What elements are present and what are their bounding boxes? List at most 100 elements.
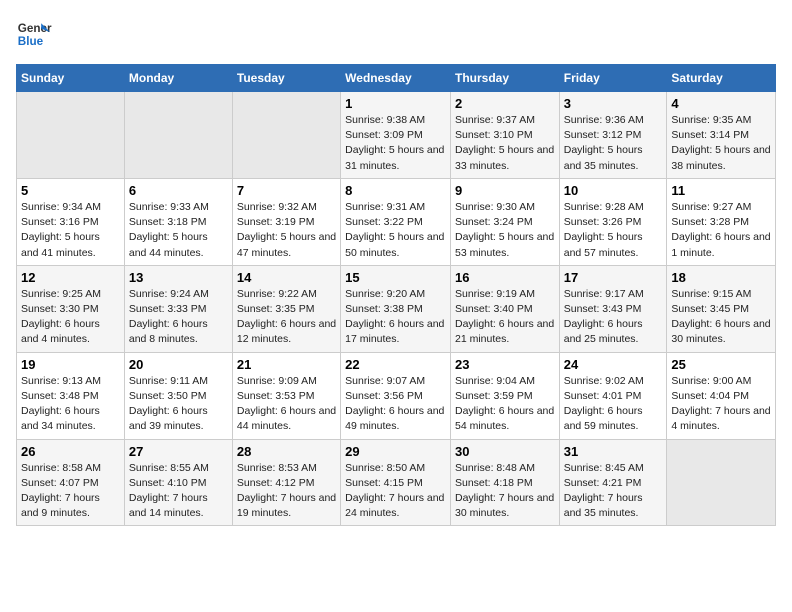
- weekday-header-saturday: Saturday: [667, 65, 776, 92]
- day-info: Sunrise: 9:35 AM Sunset: 3:14 PM Dayligh…: [671, 113, 771, 174]
- svg-text:Blue: Blue: [18, 35, 44, 48]
- calendar-cell: [17, 92, 125, 179]
- day-number: 3: [564, 96, 663, 111]
- day-number: 15: [345, 270, 446, 285]
- calendar-cell: 15 Sunrise: 9:20 AM Sunset: 3:38 PM Dayli…: [341, 265, 451, 352]
- day-info: Sunrise: 8:55 AM Sunset: 4:10 PM Dayligh…: [129, 461, 228, 522]
- day-info: Sunrise: 9:19 AM Sunset: 3:40 PM Dayligh…: [455, 287, 555, 348]
- day-number: 8: [345, 183, 446, 198]
- calendar-cell: 7 Sunrise: 9:32 AM Sunset: 3:19 PM Daylig…: [232, 178, 340, 265]
- calendar-cell: 28 Sunrise: 8:53 AM Sunset: 4:12 PM Dayli…: [232, 439, 340, 526]
- day-info: Sunrise: 8:50 AM Sunset: 4:15 PM Dayligh…: [345, 461, 446, 522]
- calendar-cell: 25 Sunrise: 9:00 AM Sunset: 4:04 PM Dayli…: [667, 352, 776, 439]
- day-info: Sunrise: 9:32 AM Sunset: 3:19 PM Dayligh…: [237, 200, 336, 261]
- day-number: 31: [564, 444, 663, 459]
- calendar-cell: 9Sunrise: 9:30 AM Sunset: 3:24 PM Daylig…: [450, 178, 559, 265]
- week-row-4: 19Sunrise: 9:13 AM Sunset: 3:48 PM Dayli…: [17, 352, 776, 439]
- day-number: 17: [564, 270, 663, 285]
- day-number: 12: [21, 270, 120, 285]
- day-info: Sunrise: 9:09 AM Sunset: 3:53 PM Dayligh…: [237, 374, 336, 435]
- day-number: 22: [345, 357, 446, 372]
- week-row-2: 5 Sunrise: 9:34 AM Sunset: 3:16 PM Daylig…: [17, 178, 776, 265]
- calendar-cell: [124, 92, 232, 179]
- day-info: Sunrise: 9:36 AM Sunset: 3:12 PM Dayligh…: [564, 113, 663, 174]
- day-number: 28: [237, 444, 336, 459]
- calendar-cell: [232, 92, 340, 179]
- calendar-cell: 12 Sunrise: 9:25 AM Sunset: 3:30 PM Dayli…: [17, 265, 125, 352]
- calendar-cell: 3 Sunrise: 9:36 AM Sunset: 3:12 PM Daylig…: [559, 92, 667, 179]
- day-number: 25: [671, 357, 771, 372]
- calendar-cell: 13 Sunrise: 9:24 AM Sunset: 3:33 PM Dayli…: [124, 265, 232, 352]
- weekday-header-friday: Friday: [559, 65, 667, 92]
- day-number: 29: [345, 444, 446, 459]
- weekday-header-wednesday: Wednesday: [341, 65, 451, 92]
- weekday-header-tuesday: Tuesday: [232, 65, 340, 92]
- calendar-cell: 30Sunrise: 8:48 AM Sunset: 4:18 PM Dayli…: [450, 439, 559, 526]
- day-info: Sunrise: 9:22 AM Sunset: 3:35 PM Dayligh…: [237, 287, 336, 348]
- day-info: Sunrise: 9:25 AM Sunset: 3:30 PM Dayligh…: [21, 287, 120, 348]
- day-info: Sunrise: 9:38 AM Sunset: 3:09 PM Dayligh…: [345, 113, 446, 174]
- day-number: 19: [21, 357, 120, 372]
- day-info: Sunrise: 9:24 AM Sunset: 3:33 PM Dayligh…: [129, 287, 228, 348]
- day-info: Sunrise: 8:58 AM Sunset: 4:07 PM Dayligh…: [21, 461, 120, 522]
- calendar-table: SundayMondayTuesdayWednesdayThursdayFrid…: [16, 64, 776, 526]
- calendar-cell: 31 Sunrise: 8:45 AM Sunset: 4:21 PM Dayli…: [559, 439, 667, 526]
- header: General Blue: [16, 16, 776, 52]
- day-info: Sunrise: 9:30 AM Sunset: 3:24 PM Dayligh…: [455, 200, 555, 261]
- day-number: 24: [564, 357, 663, 372]
- calendar-cell: 23 Sunrise: 9:04 AM Sunset: 3:59 PM Dayli…: [450, 352, 559, 439]
- calendar-cell: 16 Sunrise: 9:19 AM Sunset: 3:40 PM Dayli…: [450, 265, 559, 352]
- day-number: 14: [237, 270, 336, 285]
- calendar-cell: 22 Sunrise: 9:07 AM Sunset: 3:56 PM Dayli…: [341, 352, 451, 439]
- day-info: Sunrise: 9:34 AM Sunset: 3:16 PM Dayligh…: [21, 200, 120, 261]
- calendar-cell: 21Sunrise: 9:09 AM Sunset: 3:53 PM Dayli…: [232, 352, 340, 439]
- day-number: 26: [21, 444, 120, 459]
- logo: General Blue: [16, 16, 52, 52]
- calendar-cell: 24 Sunrise: 9:02 AM Sunset: 4:01 PM Dayli…: [559, 352, 667, 439]
- day-number: 1: [345, 96, 446, 111]
- day-number: 10: [564, 183, 663, 198]
- day-number: 4: [671, 96, 771, 111]
- calendar-cell: 14 Sunrise: 9:22 AM Sunset: 3:35 PM Dayli…: [232, 265, 340, 352]
- day-number: 5: [21, 183, 120, 198]
- calendar-cell: 8Sunrise: 9:31 AM Sunset: 3:22 PM Daylig…: [341, 178, 451, 265]
- day-number: 13: [129, 270, 228, 285]
- day-info: Sunrise: 9:37 AM Sunset: 3:10 PM Dayligh…: [455, 113, 555, 174]
- calendar-header: SundayMondayTuesdayWednesdayThursdayFrid…: [17, 65, 776, 92]
- week-row-5: 26 Sunrise: 8:58 AM Sunset: 4:07 PM Dayli…: [17, 439, 776, 526]
- day-number: 16: [455, 270, 555, 285]
- day-info: Sunrise: 9:02 AM Sunset: 4:01 PM Dayligh…: [564, 374, 663, 435]
- day-number: 7: [237, 183, 336, 198]
- day-info: Sunrise: 8:45 AM Sunset: 4:21 PM Dayligh…: [564, 461, 663, 522]
- day-number: 23: [455, 357, 555, 372]
- day-info: Sunrise: 9:00 AM Sunset: 4:04 PM Dayligh…: [671, 374, 771, 435]
- day-info: Sunrise: 9:17 AM Sunset: 3:43 PM Dayligh…: [564, 287, 663, 348]
- day-number: 6: [129, 183, 228, 198]
- calendar-cell: 27 Sunrise: 8:55 AM Sunset: 4:10 PM Dayli…: [124, 439, 232, 526]
- calendar-cell: 2 Sunrise: 9:37 AM Sunset: 3:10 PM Daylig…: [450, 92, 559, 179]
- calendar-cell: [667, 439, 776, 526]
- day-number: 20: [129, 357, 228, 372]
- weekday-header-monday: Monday: [124, 65, 232, 92]
- svg-text:General: General: [18, 22, 52, 35]
- calendar-cell: 6Sunrise: 9:33 AM Sunset: 3:18 PM Daylig…: [124, 178, 232, 265]
- calendar-cell: 20 Sunrise: 9:11 AM Sunset: 3:50 PM Dayli…: [124, 352, 232, 439]
- calendar-cell: 1 Sunrise: 9:38 AM Sunset: 3:09 PM Daylig…: [341, 92, 451, 179]
- day-info: Sunrise: 9:20 AM Sunset: 3:38 PM Dayligh…: [345, 287, 446, 348]
- logo-icon: General Blue: [16, 16, 52, 52]
- calendar-cell: 4 Sunrise: 9:35 AM Sunset: 3:14 PM Daylig…: [667, 92, 776, 179]
- day-info: Sunrise: 9:27 AM Sunset: 3:28 PM Dayligh…: [671, 200, 771, 261]
- day-number: 18: [671, 270, 771, 285]
- day-info: Sunrise: 9:11 AM Sunset: 3:50 PM Dayligh…: [129, 374, 228, 435]
- week-row-3: 12 Sunrise: 9:25 AM Sunset: 3:30 PM Dayli…: [17, 265, 776, 352]
- day-number: 2: [455, 96, 555, 111]
- calendar-cell: 5 Sunrise: 9:34 AM Sunset: 3:16 PM Daylig…: [17, 178, 125, 265]
- day-info: Sunrise: 9:07 AM Sunset: 3:56 PM Dayligh…: [345, 374, 446, 435]
- calendar-cell: 19Sunrise: 9:13 AM Sunset: 3:48 PM Dayli…: [17, 352, 125, 439]
- day-number: 27: [129, 444, 228, 459]
- day-info: Sunrise: 9:04 AM Sunset: 3:59 PM Dayligh…: [455, 374, 555, 435]
- day-info: Sunrise: 9:28 AM Sunset: 3:26 PM Dayligh…: [564, 200, 663, 261]
- week-row-1: 1 Sunrise: 9:38 AM Sunset: 3:09 PM Daylig…: [17, 92, 776, 179]
- calendar-cell: 18Sunrise: 9:15 AM Sunset: 3:45 PM Dayli…: [667, 265, 776, 352]
- day-info: Sunrise: 8:53 AM Sunset: 4:12 PM Dayligh…: [237, 461, 336, 522]
